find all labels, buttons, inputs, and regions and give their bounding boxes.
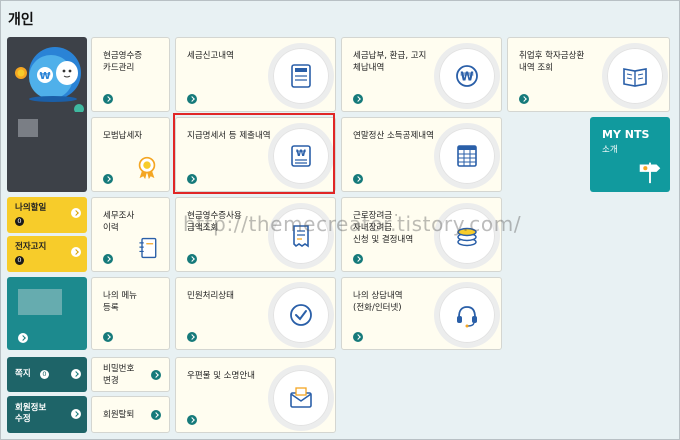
mynts-intro-button[interactable]: MY NTS 소개: [590, 117, 670, 192]
signpost-icon: [639, 162, 661, 184]
member-edit-label: 회원정보 수정: [15, 403, 47, 424]
tile-password-change-arrow-icon: [151, 370, 161, 380]
tile-student-loan-arrow-icon: [519, 94, 529, 104]
svg-text:₩: ₩: [39, 71, 50, 82]
tile-tax-audit-label: 세무조사 이력: [103, 211, 135, 233]
blurred-info-card[interactable]: [7, 277, 87, 350]
tile-student-loan[interactable]: 취업후 학자금상환 내역 조회: [507, 37, 670, 112]
envelope-icon: [273, 370, 329, 426]
my-tasks-count: 0: [15, 217, 24, 226]
mynts-subtitle: 소개: [602, 145, 618, 155]
tile-my-menu-label: 나의 메뉴 등록: [103, 291, 137, 313]
tile-cash-receipt-usage-arrow-icon: [187, 254, 197, 264]
character-illustration: ₩: [15, 47, 84, 112]
tile-mail-guide[interactable]: 우편물 및 소명안내: [175, 357, 336, 433]
tile-tax-report[interactable]: 세금신고내역: [175, 37, 336, 112]
won-statement-icon: ₩: [273, 128, 329, 184]
e-notice-label: 전자고지: [15, 242, 47, 252]
headset-icon: [439, 287, 495, 343]
tile-withdraw-label: 회원탈퇴: [103, 410, 135, 420]
spreadsheet-icon: [439, 128, 495, 184]
e-notice-arrow-icon: [71, 247, 81, 257]
tile-consult-history-arrow-icon: [353, 332, 363, 342]
won-coin-icon: ₩: [439, 48, 495, 104]
member-edit-arrow-icon: [71, 409, 81, 419]
avatar-placeholder: [18, 119, 38, 137]
tile-tax-audit-arrow-icon: [103, 254, 113, 264]
tile-password-change[interactable]: 비밀번호 변경: [91, 357, 170, 392]
note-button[interactable]: 쪽지 0: [7, 357, 87, 392]
tile-mail-guide-label: 우편물 및 소명안내: [187, 371, 255, 381]
svg-text:₩: ₩: [296, 149, 306, 159]
note-label: 쪽지: [15, 369, 31, 379]
tile-my-menu[interactable]: 나의 메뉴 등록: [91, 277, 170, 350]
tile-tax-payment-arrow-icon: [353, 94, 363, 104]
blurred-text: [18, 289, 62, 315]
tile-civil-status[interactable]: 민원처리상태: [175, 277, 336, 350]
tile-password-change-label: 비밀번호 변경: [103, 364, 135, 386]
tile-cash-receipt-label: 현금영수증 카드관리: [103, 51, 143, 73]
tile-year-end-label: 연말정산 소득공제내역: [353, 131, 434, 141]
profile-card: ₩: [7, 37, 87, 192]
tile-cash-receipt[interactable]: 현금영수증 카드관리: [91, 37, 170, 112]
tile-consult-history-label: 나의 상담내역 (전화/인터넷): [353, 291, 403, 313]
tile-tax-report-label: 세금신고내역: [187, 51, 234, 61]
tile-year-end[interactable]: 연말정산 소득공제내역: [341, 117, 502, 192]
my-tasks-arrow-icon: [71, 208, 81, 218]
tile-civil-status-arrow-icon: [187, 332, 197, 342]
e-notice-button[interactable]: 전자고지 0: [7, 236, 87, 272]
mynts-title: MY NTS: [602, 128, 650, 141]
e-notice-count: 0: [15, 256, 24, 265]
tile-tax-audit[interactable]: 세무조사 이력: [91, 197, 170, 272]
tile-tax-report-arrow-icon: [187, 94, 197, 104]
tile-year-end-arrow-icon: [353, 174, 363, 184]
tile-withdraw-arrow-icon: [151, 410, 161, 420]
section-title: 개인: [8, 12, 34, 28]
tile-my-menu-arrow-icon: [103, 332, 113, 342]
tile-mail-guide-arrow-icon: [187, 415, 197, 425]
tile-tax-payment-label: 세금납부, 환급, 고지 체납내역: [353, 51, 427, 73]
tile-consult-history[interactable]: 나의 상담내역 (전화/인터넷): [341, 277, 502, 350]
open-book-icon: [607, 48, 663, 104]
tile-payment-statement[interactable]: 지급명세서 등 제출내역 ₩: [175, 117, 336, 192]
member-edit-button[interactable]: 회원정보 수정: [7, 396, 87, 433]
tax-document-icon: [273, 48, 329, 104]
medal-icon: [138, 156, 156, 180]
tile-model-taxpayer-label: 모범납세자: [103, 131, 143, 141]
note-count: 0: [40, 370, 49, 379]
notebook-icon: [139, 237, 157, 259]
tile-withdraw[interactable]: 회원탈퇴: [91, 396, 170, 433]
tile-payment-statement-label: 지급명세서 등 제출내역: [187, 131, 271, 141]
tile-cash-receipt-arrow-icon: [103, 94, 113, 104]
watermark-text: http://themecreator.tistory.com/: [183, 212, 522, 236]
tile-civil-status-label: 민원처리상태: [187, 291, 234, 301]
tile-student-loan-label: 취업후 학자금상환 내역 조회: [519, 51, 585, 73]
tile-model-taxpayer[interactable]: 모범납세자: [91, 117, 170, 192]
my-tasks-button[interactable]: 나의할일 0: [7, 197, 87, 233]
svg-text:₩: ₩: [460, 70, 474, 84]
tile-tax-payment[interactable]: 세금납부, 환급, 고지 체납내역 ₩: [341, 37, 502, 112]
blurred-card-arrow-icon: [18, 333, 28, 343]
my-tasks-label: 나의할일: [15, 203, 47, 213]
check-circle-icon: [273, 287, 329, 343]
tile-model-taxpayer-arrow-icon: [103, 174, 113, 184]
note-arrow-icon: [71, 369, 81, 379]
tile-payment-statement-arrow-icon: [187, 174, 197, 184]
tile-earned-income-arrow-icon: [353, 254, 363, 264]
